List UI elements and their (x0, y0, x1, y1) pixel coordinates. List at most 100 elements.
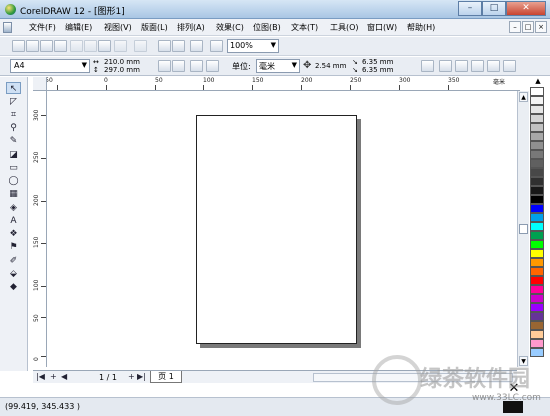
print-icon[interactable] (54, 40, 67, 52)
vertical-ruler[interactable]: 300 250 200 150 100 50 0 (33, 91, 47, 367)
a4-page[interactable] (196, 115, 357, 344)
polygon-tool-icon[interactable]: ▦ (6, 188, 21, 200)
color-swatch[interactable] (530, 258, 544, 267)
color-swatch[interactable] (530, 123, 544, 132)
menu-file[interactable]: 文件(F) (29, 22, 56, 33)
horizontal-ruler[interactable]: -50 0 50 100 150 200 250 300 350 毫米 (33, 77, 520, 91)
page-width-field[interactable]: 210.0 mm (104, 58, 140, 66)
menu-view[interactable]: 视图(V) (104, 22, 132, 33)
current-page-icon[interactable] (206, 60, 219, 72)
maximize-button[interactable]: □ (482, 1, 506, 16)
smart-fill-tool-icon[interactable]: ◪ (6, 149, 21, 161)
doc-restore-button[interactable]: □ (522, 21, 534, 33)
color-swatch[interactable] (530, 105, 544, 114)
shape-tool-icon[interactable]: ◸ (6, 96, 21, 108)
undo-icon[interactable] (114, 40, 127, 52)
page-tab-1[interactable]: 页 1 (150, 371, 182, 383)
color-swatch[interactable] (530, 222, 544, 231)
zoom-tool-icon[interactable]: ⚲ (6, 122, 21, 134)
previous-page-icon[interactable]: ◀ (61, 372, 67, 381)
add-page-after-icon[interactable]: + (128, 372, 135, 381)
color-swatch[interactable] (530, 150, 544, 159)
color-swatch[interactable] (530, 312, 544, 321)
text-tool-icon[interactable]: A (6, 215, 21, 227)
color-swatch[interactable] (530, 339, 544, 348)
cut-icon[interactable] (70, 40, 83, 52)
color-swatch[interactable] (530, 114, 544, 123)
outline-icon[interactable] (503, 60, 516, 72)
duplicate-distance-y-field[interactable]: 6.35 mm (362, 66, 393, 74)
color-swatch[interactable] (530, 267, 544, 276)
close-button[interactable]: ✕ (506, 1, 546, 16)
scroll-up-icon[interactable]: ▲ (519, 92, 528, 102)
doc-close-button[interactable]: × (535, 21, 547, 33)
paste-icon[interactable] (98, 40, 111, 52)
color-swatch[interactable] (530, 141, 544, 150)
draw-options-icon[interactable] (455, 60, 468, 72)
color-swatch[interactable] (530, 132, 544, 141)
eyedropper-tool-icon[interactable]: ⚑ (6, 241, 21, 253)
basic-shapes-tool-icon[interactable]: ◈ (6, 202, 21, 214)
menu-help[interactable]: 帮助(H) (407, 22, 435, 33)
units-select[interactable]: 毫米 ▼ (256, 59, 300, 73)
color-swatch[interactable] (530, 213, 544, 222)
menu-edit[interactable]: 编辑(E) (65, 22, 92, 33)
menu-text[interactable]: 文本(T) (291, 22, 318, 33)
menu-effects[interactable]: 效果(C) (216, 22, 244, 33)
interactive-fill-tool-icon[interactable]: ◆ (6, 281, 21, 293)
color-swatch[interactable] (530, 303, 544, 312)
color-swatch[interactable] (530, 96, 544, 105)
application-launcher-icon[interactable] (190, 40, 203, 52)
portrait-icon[interactable] (158, 60, 171, 72)
color-swatch[interactable] (530, 186, 544, 195)
corel-online-icon[interactable] (210, 40, 223, 52)
color-swatch[interactable] (530, 204, 544, 213)
rectangle-tool-icon[interactable]: ▭ (6, 162, 21, 174)
doc-minimize-button[interactable]: – (509, 21, 521, 33)
save-icon[interactable] (40, 40, 53, 52)
color-swatch[interactable] (530, 168, 544, 177)
color-swatch[interactable] (530, 294, 544, 303)
menu-bitmaps[interactable]: 位图(B) (253, 22, 281, 33)
freehand-tool-icon[interactable]: ✎ (6, 135, 21, 147)
zoom-level-select[interactable]: 100% ▼ (227, 39, 279, 53)
color-swatch[interactable] (530, 231, 544, 240)
open-icon[interactable] (26, 40, 39, 52)
last-page-icon[interactable]: ▶| (137, 372, 146, 381)
color-swatch[interactable] (530, 330, 544, 339)
color-swatch[interactable] (530, 87, 544, 96)
page-height-field[interactable]: 297.0 mm (104, 66, 140, 74)
crop-tool-icon[interactable]: ⌗ (6, 109, 21, 121)
redo-icon[interactable] (134, 40, 147, 52)
export-icon[interactable] (172, 40, 185, 52)
color-swatch[interactable] (530, 159, 544, 168)
apply-icon[interactable] (487, 60, 500, 72)
menu-window[interactable]: 窗口(W) (367, 22, 397, 33)
palette-scroll-up-icon[interactable]: ▲ (530, 77, 546, 87)
landscape-icon[interactable] (172, 60, 185, 72)
copy-icon[interactable] (84, 40, 97, 52)
first-page-icon[interactable]: |◀ (36, 372, 45, 381)
color-swatch[interactable] (530, 240, 544, 249)
interactive-blend-tool-icon[interactable]: ❖ (6, 228, 21, 240)
options-icon[interactable] (471, 60, 484, 72)
all-pages-icon[interactable] (190, 60, 203, 72)
color-swatch[interactable] (530, 195, 544, 204)
import-icon[interactable] (158, 40, 171, 52)
minimize-button[interactable]: – (458, 1, 482, 16)
snap-icon[interactable] (421, 60, 434, 72)
color-swatch[interactable] (530, 321, 544, 330)
treat-as-filled-icon[interactable] (439, 60, 452, 72)
add-page-before-icon[interactable]: + (50, 372, 57, 381)
color-swatch[interactable] (530, 276, 544, 285)
menu-tools[interactable]: 工具(O) (330, 22, 359, 33)
menu-layout[interactable]: 版面(L) (141, 22, 168, 33)
paper-type-select[interactable]: A4 ▼ (10, 59, 90, 73)
fill-tool-icon[interactable]: ⬙ (6, 268, 21, 280)
new-icon[interactable] (12, 40, 25, 52)
outline-tool-icon[interactable]: ✐ (6, 255, 21, 267)
color-swatch[interactable] (530, 249, 544, 258)
pick-tool-icon[interactable]: ↖ (6, 82, 21, 94)
color-swatch[interactable] (530, 177, 544, 186)
duplicate-distance-x-field[interactable]: 6.35 mm (362, 58, 393, 66)
